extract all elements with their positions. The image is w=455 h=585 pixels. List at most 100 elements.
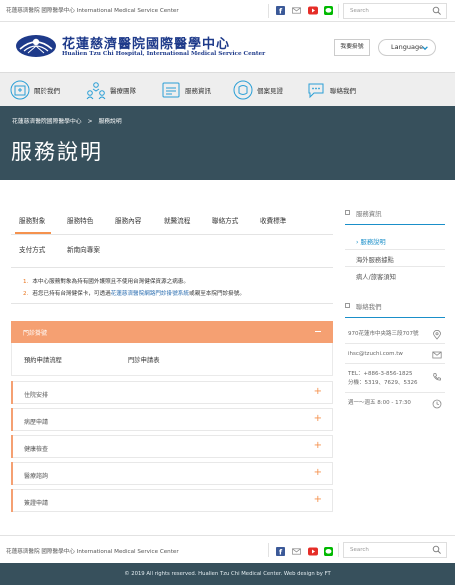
appointment-process-link[interactable]: 預約申請流程 bbox=[24, 355, 62, 364]
plus-icon[interactable]: + bbox=[314, 495, 322, 505]
online-registration-link[interactable]: 花蓮慈濟醫院網路門診掛號系統 bbox=[111, 291, 189, 297]
sidebar-separator bbox=[345, 392, 445, 393]
tab-payment[interactable]: 支付方式 bbox=[19, 244, 45, 254]
clock-icon bbox=[432, 399, 442, 409]
notice-item: 2. 若您已持有台灣健保卡，可透過花蓮慈濟醫院網路門診掛號系統或親至本院門診掛號。 bbox=[23, 289, 245, 297]
divider bbox=[338, 4, 339, 18]
accordion-body-outpatient: 預約申請流程 門診申請表 bbox=[11, 343, 333, 376]
notice-text: 本中心服務對象為持有國外護照且不使用台灣健保資源之病患。 bbox=[32, 279, 189, 285]
plus-icon[interactable]: + bbox=[314, 441, 322, 451]
copyright-text: © 2019 All rights reserved. Hualien Tzu … bbox=[124, 571, 331, 577]
notice-text: 或親至本院門診掛號。 bbox=[189, 291, 245, 297]
contact-tel: TEL：+886-3-856-1825 bbox=[348, 371, 413, 377]
accordion-item[interactable]: 簽證申請 + bbox=[11, 489, 333, 512]
mail-icon[interactable] bbox=[291, 5, 302, 16]
contact-email[interactable]: ihsc@tzuchi.com.tw bbox=[348, 350, 403, 358]
notice-list: 1. 本中心服務對象為持有國外護照且不使用台灣健保資源之病患。 2. 若您已持有台灣… bbox=[11, 267, 333, 304]
plus-icon[interactable]: + bbox=[314, 468, 322, 478]
youtube-icon[interactable] bbox=[307, 5, 318, 16]
tzu-chi-logo-icon[interactable] bbox=[14, 31, 58, 59]
sidebar-separator bbox=[345, 249, 445, 250]
accordion-header-outpatient[interactable]: 門診掛號 bbox=[11, 321, 333, 343]
footer-bar: 花蓮慈濟醫院 國際醫學中心 International Medical Serv… bbox=[0, 535, 455, 563]
hospital-icon bbox=[10, 80, 30, 100]
language-button[interactable]: Language bbox=[378, 39, 436, 56]
tab-process[interactable]: 就醫流程 bbox=[164, 215, 190, 225]
tab-content[interactable]: 服務內容 bbox=[115, 215, 141, 225]
main-nav: 關於我們 醫療團隊 服務資訊 個案見證 聯絡我們 bbox=[0, 72, 455, 106]
section-square-icon bbox=[345, 303, 350, 308]
phone-icon bbox=[433, 373, 441, 381]
sidebar-link-service-desc[interactable]: › 服務說明 bbox=[356, 237, 386, 246]
mail-icon[interactable] bbox=[291, 546, 302, 557]
location-pin-icon bbox=[433, 330, 441, 340]
contact-hours: 週一～週五 8:00 - 17:30 bbox=[348, 400, 411, 406]
contact-ext: 分機：5319、7629、5326 bbox=[348, 380, 418, 386]
divider bbox=[268, 543, 269, 557]
service-info-icon bbox=[162, 82, 180, 98]
tab-new-southbound[interactable]: 新南向專案 bbox=[67, 244, 100, 254]
accordion-item[interactable]: 健康檢查 + bbox=[11, 435, 333, 458]
sidebar-heading-service: 服務資訊 bbox=[356, 210, 382, 218]
team-icon bbox=[86, 82, 106, 100]
site-name[interactable]: 花蓮慈濟醫院 國際醫學中心 International Medical Serv… bbox=[6, 6, 179, 14]
accordion-item[interactable]: 病歷申請 + bbox=[11, 408, 333, 431]
tab-fees[interactable]: 收費標準 bbox=[260, 215, 286, 225]
facebook-icon[interactable]: f bbox=[275, 546, 286, 557]
collapse-icon[interactable] bbox=[315, 331, 321, 333]
chevron-right-icon: › bbox=[356, 239, 359, 246]
case-icon bbox=[233, 80, 253, 100]
divider bbox=[268, 4, 269, 18]
nav-item-about[interactable]: 關於我們 bbox=[10, 73, 60, 107]
register-button[interactable]: 我要掛號 bbox=[334, 39, 370, 56]
section-square-icon bbox=[345, 210, 350, 215]
nav-label: 醫療團隊 bbox=[110, 87, 136, 95]
notice-number: 1. bbox=[23, 279, 29, 285]
chevron-down-icon bbox=[422, 46, 428, 51]
footer-site-name[interactable]: 花蓮慈濟醫院 國際醫學中心 International Medical Serv… bbox=[6, 547, 179, 555]
nav-item-service-info[interactable]: 服務資訊 bbox=[161, 73, 211, 107]
sidebar-separator bbox=[345, 266, 445, 267]
accordion-title: 健康檢查 bbox=[24, 446, 49, 453]
sidebar-divider bbox=[345, 224, 445, 225]
plus-icon[interactable]: + bbox=[314, 414, 322, 424]
search-placeholder: Search bbox=[350, 547, 369, 553]
tab-contact-method[interactable]: 聯絡方式 bbox=[212, 215, 238, 225]
accordion-accent bbox=[11, 435, 13, 458]
logo-title[interactable]: 花蓮慈濟醫院國際醫學中心 bbox=[62, 33, 230, 52]
search-input[interactable]: Search bbox=[343, 3, 447, 19]
facebook-icon[interactable]: f bbox=[275, 5, 286, 16]
notice-number: 2. bbox=[23, 291, 29, 297]
language-label: Language bbox=[391, 43, 424, 51]
top-bar: 花蓮慈濟醫院 國際醫學中心 International Medical Serv… bbox=[0, 0, 455, 22]
tab-features[interactable]: 服務特色 bbox=[67, 215, 93, 225]
mail-icon bbox=[432, 351, 442, 359]
search-icon[interactable] bbox=[432, 545, 442, 555]
nav-item-contact[interactable]: 聯絡我們 bbox=[306, 73, 356, 107]
line-icon[interactable] bbox=[323, 546, 334, 557]
sidebar-link-label: 服務說明 bbox=[360, 239, 386, 246]
sidebar-link-overseas[interactable]: 海外服務據點 bbox=[356, 255, 394, 264]
notice-item: 1. 本中心服務對象為持有國外護照且不使用台灣健保資源之病患。 bbox=[23, 277, 189, 285]
divider bbox=[338, 543, 339, 557]
sidebar-link-notice[interactable]: 病人/旅客須知 bbox=[356, 272, 396, 281]
accordion-title: 簽證申請 bbox=[24, 500, 49, 507]
footer-search-input[interactable]: Search bbox=[343, 542, 447, 558]
nav-item-cases[interactable]: 個案見證 bbox=[233, 73, 283, 107]
nav-label: 關於我們 bbox=[34, 87, 60, 95]
plus-icon[interactable]: + bbox=[314, 387, 322, 397]
line-icon[interactable] bbox=[323, 5, 334, 16]
nav-label: 聯絡我們 bbox=[330, 87, 356, 95]
accordion-item[interactable]: 醫療諮詢 + bbox=[11, 462, 333, 485]
accordion-item[interactable]: 住院安排 + bbox=[11, 381, 333, 404]
accordion-title: 病歷申請 bbox=[24, 419, 49, 426]
search-icon[interactable] bbox=[432, 6, 442, 16]
outpatient-form-link[interactable]: 門診申請表 bbox=[128, 355, 159, 364]
accordion-accent bbox=[11, 489, 13, 512]
tabs-divider bbox=[11, 234, 333, 235]
tab-service-target[interactable]: 服務對象 bbox=[19, 215, 45, 225]
youtube-icon[interactable] bbox=[307, 546, 318, 557]
breadcrumb-home[interactable]: 花蓮慈濟醫院國際醫學中心 bbox=[12, 119, 82, 125]
nav-item-team[interactable]: 醫療團隊 bbox=[86, 73, 136, 107]
search-placeholder: Search bbox=[350, 8, 369, 14]
